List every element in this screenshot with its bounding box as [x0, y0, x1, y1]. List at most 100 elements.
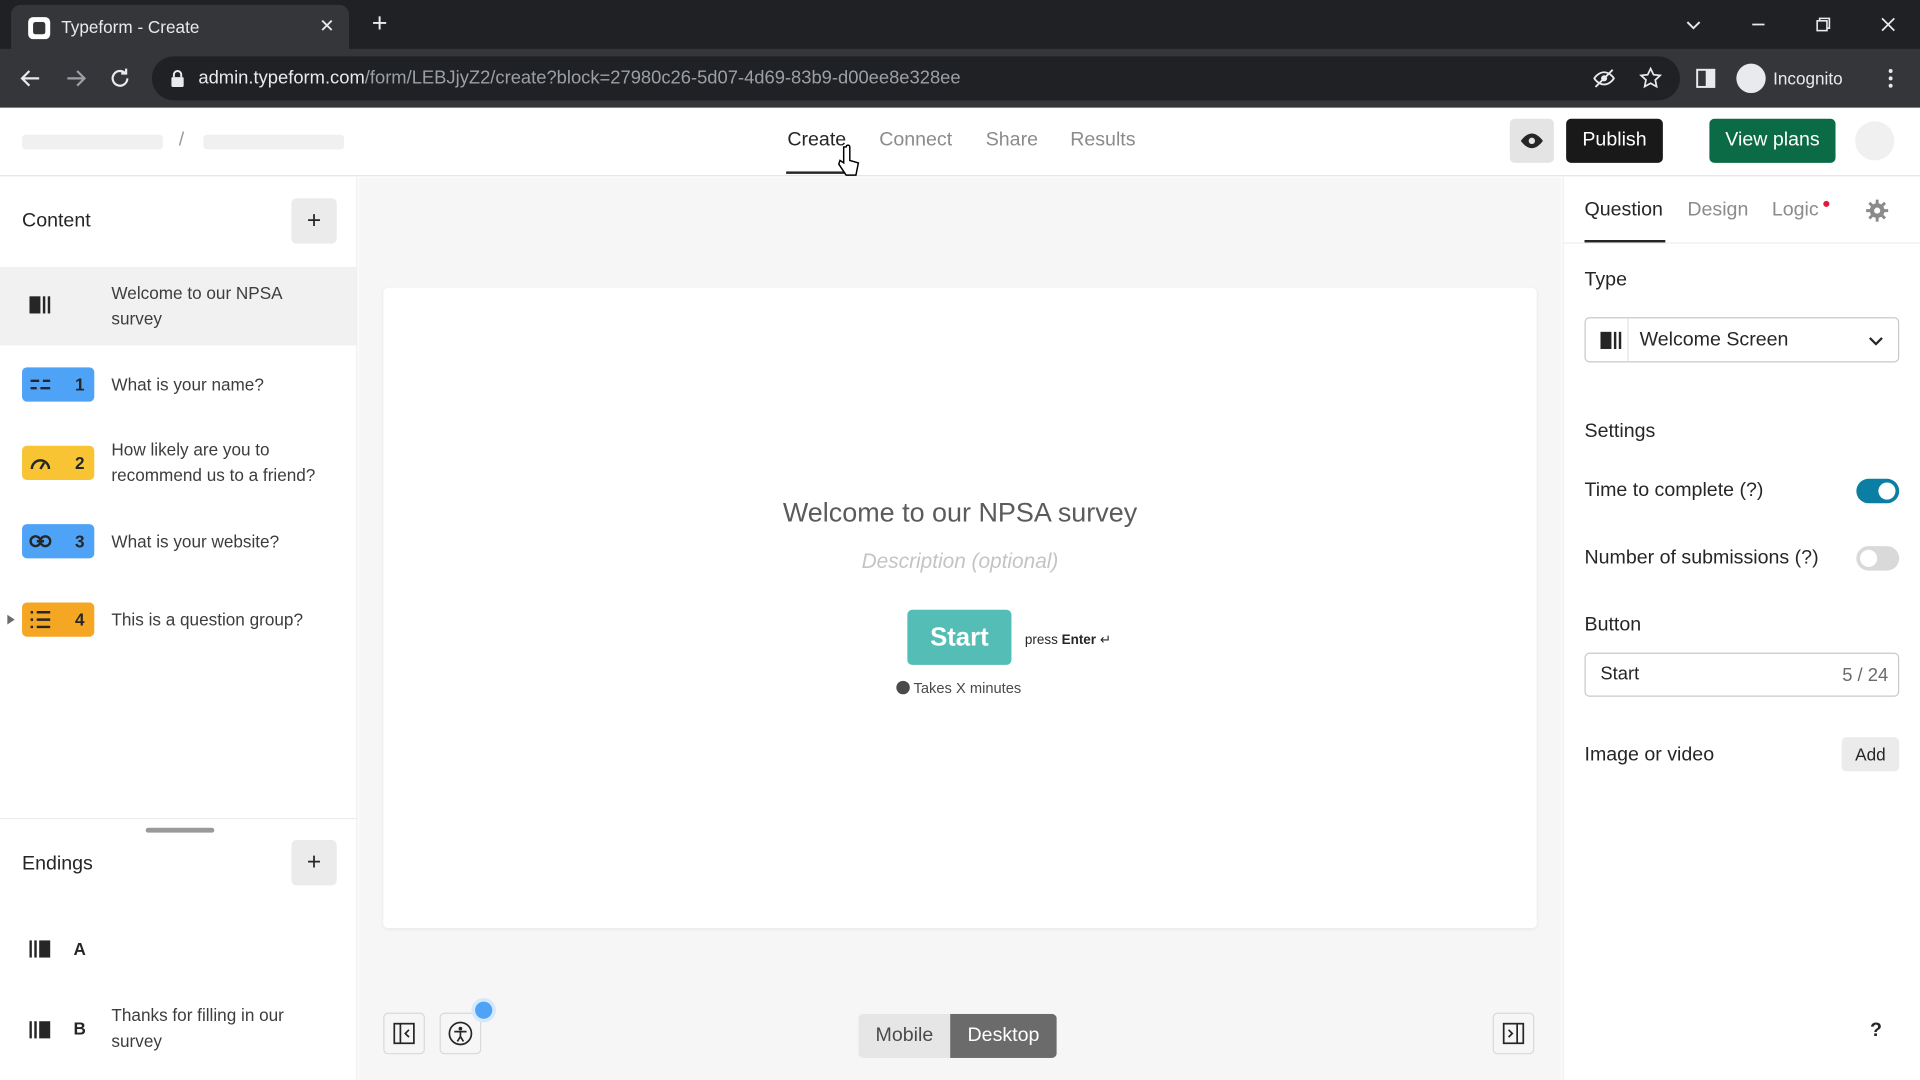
time-to-complete-label: Time to complete (?) — [1584, 480, 1764, 501]
help-button[interactable]: ? — [1865, 1020, 1887, 1044]
tab-question[interactable]: Question — [1585, 200, 1663, 222]
panel-right-icon — [1502, 1022, 1525, 1045]
list-item-ending-a[interactable]: A — [0, 927, 358, 971]
new-tab-icon[interactable]: + — [365, 9, 394, 39]
question-number: 4 — [74, 609, 85, 630]
tab-search-icon[interactable] — [1679, 10, 1708, 39]
add-ending-button[interactable]: + — [291, 840, 337, 886]
clock-icon — [896, 680, 910, 695]
bookmark-star-icon[interactable] — [1638, 66, 1663, 90]
ending-letter: A — [73, 939, 86, 959]
description-field[interactable]: Description (optional) — [383, 550, 1536, 574]
browser-toolbar: admin.typeform.com/form/LEBJjyZ2/create?… — [0, 48, 1920, 108]
question-badge: 2 — [22, 445, 95, 481]
welcome-title[interactable]: Welcome to our NPSA survey — [383, 497, 1536, 529]
incognito-icon — [1736, 63, 1766, 94]
preview-button[interactable] — [1509, 118, 1554, 163]
time-estimate-text: Takes X minutes — [913, 679, 1022, 697]
address-bar[interactable]: admin.typeform.com/form/LEBJjyZ2/create?… — [151, 56, 1681, 101]
browser-tab[interactable]: Typeform - Create ✕ — [11, 4, 349, 49]
mouse-cursor-icon — [837, 144, 860, 178]
short-text-icon — [30, 379, 51, 390]
welcome-screen-preview: Welcome to our NPSA survey Description (… — [383, 287, 1537, 929]
submissions-toggle[interactable] — [1856, 546, 1900, 571]
desktop-view-button[interactable]: Desktop — [950, 1013, 1057, 1058]
add-content-button[interactable]: + — [291, 198, 337, 244]
button-text-field[interactable]: 5 / 24 — [1584, 652, 1900, 697]
endings-section-title: Endings — [22, 853, 93, 875]
forward-icon[interactable] — [61, 64, 90, 93]
ending-label: Thanks for filling in our survey — [111, 1005, 284, 1051]
list-item-label: Welcome to our NPSA survey — [111, 282, 282, 329]
add-media-button[interactable]: Add — [1841, 737, 1900, 772]
collapse-right-panel-button[interactable] — [1492, 1012, 1535, 1055]
list-item-question-4[interactable]: 4 This is a question group? — [0, 596, 358, 643]
breadcrumb-separator: / — [178, 129, 185, 151]
back-icon[interactable] — [16, 64, 45, 93]
ending-letter: B — [73, 1018, 86, 1039]
browser-menu-icon[interactable] — [1876, 64, 1905, 93]
button-text-input[interactable] — [1600, 663, 1809, 685]
breadcrumb-workspace[interactable] — [22, 134, 163, 150]
side-panel-icon[interactable] — [1691, 64, 1720, 93]
url-text[interactable]: admin.typeform.com/form/LEBJjyZ2/create?… — [198, 67, 960, 88]
type-label: Type — [1584, 269, 1627, 291]
time-estimate: Takes X minutes — [896, 680, 1021, 697]
close-window-icon[interactable] — [1873, 10, 1902, 39]
question-number: 3 — [74, 531, 85, 552]
expand-group-icon[interactable] — [6, 614, 16, 625]
list-item-welcome[interactable]: Welcome to our NPSA survey — [0, 266, 358, 346]
resize-handle[interactable] — [145, 827, 215, 833]
list-item-question-1[interactable]: 1 What is your name? — [0, 361, 358, 408]
content-section-title: Content — [22, 210, 91, 232]
accessibility-icon — [448, 1021, 473, 1046]
typeform-favicon-icon — [28, 17, 51, 40]
gauge-icon — [30, 459, 51, 470]
close-tab-icon[interactable]: ✕ — [315, 15, 339, 39]
eye-slash-icon[interactable] — [1592, 66, 1616, 90]
restore-window-icon[interactable] — [1809, 10, 1838, 39]
view-plans-button[interactable]: View plans — [1709, 118, 1836, 163]
type-value: Welcome Screen — [1639, 329, 1789, 351]
breadcrumb-form-name[interactable] — [203, 134, 345, 150]
question-type-select[interactable]: Welcome Screen — [1584, 317, 1900, 363]
tab-connect[interactable]: Connect — [879, 130, 952, 152]
gear-icon[interactable] — [1865, 198, 1889, 222]
character-count: 5 / 24 — [1842, 664, 1889, 686]
list-item-label: What is your website? — [111, 531, 280, 552]
submissions-label: Number of submissions (?) — [1584, 547, 1819, 569]
list-item-question-3[interactable]: 3 What is your website? — [0, 518, 358, 565]
list-icon — [30, 611, 51, 629]
incognito-profile[interactable]: Incognito — [1736, 61, 1843, 95]
welcome-screen-icon — [1600, 329, 1622, 351]
ending-screen-icon — [29, 1019, 51, 1041]
reload-icon[interactable] — [105, 64, 134, 93]
collapse-left-panel-button[interactable] — [383, 1012, 425, 1055]
tab-design[interactable]: Design — [1687, 200, 1748, 222]
tab-results[interactable]: Results — [1070, 130, 1135, 152]
ending-screen-icon — [29, 938, 51, 960]
settings-panel: Question Design Logic Type Welcome Scree… — [1562, 177, 1920, 1080]
settings-label: Settings — [1584, 421, 1656, 443]
tab-logic[interactable]: Logic — [1772, 200, 1819, 222]
time-to-complete-toggle[interactable] — [1856, 478, 1900, 504]
list-item-label: This is a question group? — [111, 609, 303, 630]
start-button[interactable]: Start — [907, 609, 1012, 665]
link-icon — [29, 535, 52, 548]
question-number: 1 — [74, 374, 85, 395]
lock-icon[interactable] — [169, 69, 186, 89]
avatar[interactable] — [1855, 121, 1895, 161]
image-or-video-label: Image or video — [1584, 744, 1715, 766]
browser-tabstrip: Typeform - Create ✕ + — [0, 0, 1920, 49]
list-item-ending-b[interactable]: B Thanks for filling in our survey — [0, 1000, 358, 1059]
tab-share[interactable]: Share — [986, 130, 1038, 152]
publish-button[interactable]: Publish — [1566, 118, 1663, 163]
active-tab-indicator — [786, 171, 845, 174]
list-item-question-2[interactable]: 2 How likely are you to recommend us to … — [0, 426, 358, 495]
list-item-label: How likely are you to recommend us to a … — [111, 439, 316, 485]
minimize-window-icon[interactable] — [1744, 10, 1773, 39]
question-badge: 1 — [22, 367, 95, 402]
mobile-view-button[interactable]: Mobile — [858, 1013, 951, 1058]
content-sidebar: Content + Welcome to our NPSA survey 1 W… — [0, 177, 358, 1080]
notification-dot — [471, 997, 496, 1023]
